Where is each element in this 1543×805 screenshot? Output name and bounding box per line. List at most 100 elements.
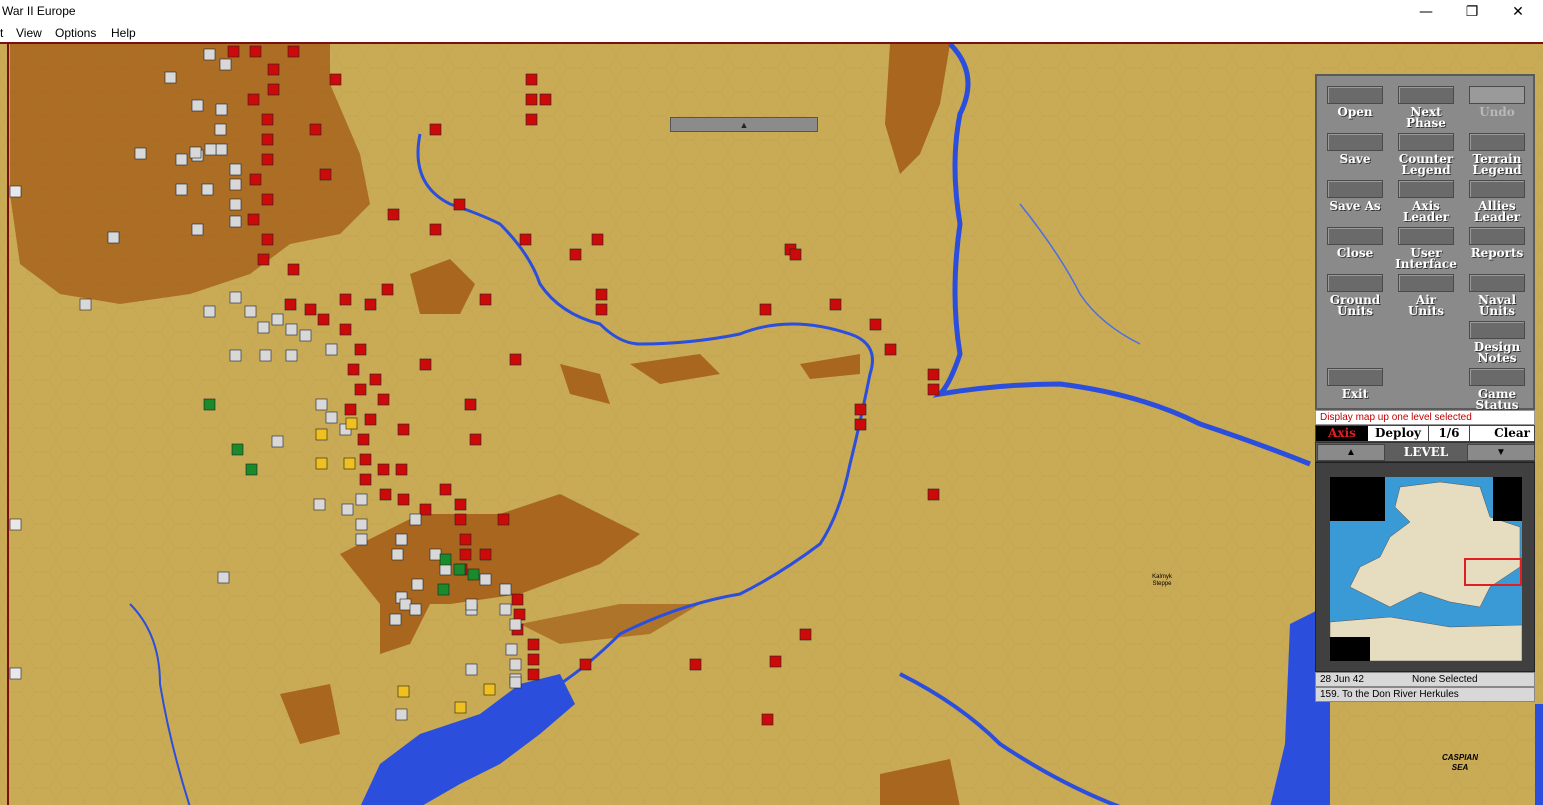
hungarian-unit[interactable] (343, 457, 356, 470)
axis-unit[interactable] (499, 583, 512, 596)
soviet-unit[interactable] (344, 403, 357, 416)
open-button[interactable]: Open (1319, 86, 1391, 118)
axis-unit[interactable] (164, 71, 177, 84)
game-map[interactable]: CASPIAN SEA Kalmyk Steppe ▲ (0, 42, 1543, 805)
soviet-unit[interactable] (397, 493, 410, 506)
soviet-unit[interactable] (359, 453, 372, 466)
axis-unit[interactable] (509, 676, 522, 689)
axis-unit[interactable] (134, 147, 147, 160)
soviet-unit[interactable] (267, 63, 280, 76)
soviet-unit[interactable] (339, 293, 352, 306)
counter-legend-button-face[interactable] (1398, 133, 1454, 151)
soviet-unit[interactable] (789, 248, 802, 261)
axis-leader-button[interactable]: Axis Leader (1390, 180, 1462, 223)
soviet-unit[interactable] (539, 93, 552, 106)
axis-unit[interactable] (79, 298, 92, 311)
axis-unit[interactable] (341, 503, 354, 516)
minimap[interactable] (1330, 477, 1522, 661)
axis-unit[interactable] (389, 613, 402, 626)
axis-unit[interactable] (285, 349, 298, 362)
axis-unit[interactable] (395, 708, 408, 721)
soviet-unit[interactable] (595, 303, 608, 316)
soviet-unit[interactable] (479, 548, 492, 561)
axis-unit[interactable] (203, 305, 216, 318)
soviet-unit[interactable] (381, 283, 394, 296)
soviet-unit[interactable] (261, 193, 274, 206)
axis-unit[interactable] (271, 313, 284, 326)
axis-unit[interactable] (229, 198, 242, 211)
soviet-unit[interactable] (261, 233, 274, 246)
soviet-unit[interactable] (247, 93, 260, 106)
soviet-unit[interactable] (364, 413, 377, 426)
soviet-unit[interactable] (509, 353, 522, 366)
soviet-unit[interactable] (304, 303, 317, 316)
hungarian-unit[interactable] (483, 683, 496, 696)
axis-unit[interactable] (505, 643, 518, 656)
soviet-unit[interactable] (453, 198, 466, 211)
axis-unit[interactable] (325, 343, 338, 356)
soviet-unit[interactable] (497, 513, 510, 526)
axis-unit[interactable] (325, 411, 338, 424)
axis-unit[interactable] (191, 99, 204, 112)
air-units-button-face[interactable] (1398, 274, 1454, 292)
soviet-unit[interactable] (579, 658, 592, 671)
save-as-button[interactable]: Save As (1319, 180, 1391, 212)
soviet-unit[interactable] (387, 208, 400, 221)
axis-unit[interactable] (409, 513, 422, 526)
soviet-unit[interactable] (525, 93, 538, 106)
axis-unit[interactable] (411, 578, 424, 591)
next-phase-button[interactable]: Next Phase (1390, 86, 1462, 129)
soviet-unit[interactable] (829, 298, 842, 311)
romanian-unit[interactable] (437, 583, 450, 596)
axis-unit[interactable] (259, 349, 272, 362)
soviet-unit[interactable] (927, 368, 940, 381)
soviet-unit[interactable] (591, 233, 604, 246)
axis-unit[interactable] (479, 573, 492, 586)
axis-unit[interactable] (509, 618, 522, 631)
axis-unit[interactable] (271, 435, 284, 448)
soviet-unit[interactable] (347, 363, 360, 376)
terrain-legend-button-face[interactable] (1469, 133, 1525, 151)
soviet-unit[interactable] (459, 548, 472, 561)
axis-unit[interactable] (175, 183, 188, 196)
soviet-unit[interactable] (257, 253, 270, 266)
user-interface-button[interactable]: User Interface (1390, 227, 1462, 270)
hungarian-unit[interactable] (454, 701, 467, 714)
soviet-unit[interactable] (469, 433, 482, 446)
soviet-unit[interactable] (927, 488, 940, 501)
game-status-button[interactable]: Game Status (1461, 368, 1533, 411)
soviet-unit[interactable] (227, 45, 240, 58)
menu-file-partial[interactable]: t (0, 26, 3, 40)
soviet-unit[interactable] (429, 223, 442, 236)
romanian-unit[interactable] (467, 568, 480, 581)
soviet-unit[interactable] (247, 213, 260, 226)
minimap-svg[interactable] (1330, 477, 1522, 661)
axis-unit[interactable] (201, 183, 214, 196)
terrain-legend-button[interactable]: Terrain Legend (1461, 133, 1533, 176)
menu-options[interactable]: Options (55, 26, 96, 40)
save-button-face[interactable] (1327, 133, 1383, 151)
soviet-unit[interactable] (419, 503, 432, 516)
soviet-unit[interactable] (527, 653, 540, 666)
axis-unit[interactable] (439, 563, 452, 576)
axis-unit[interactable] (429, 548, 442, 561)
soviet-unit[interactable] (261, 113, 274, 126)
axis-unit[interactable] (229, 178, 242, 191)
axis-unit[interactable] (217, 571, 230, 584)
axis-unit[interactable] (299, 329, 312, 342)
axis-unit[interactable] (395, 533, 408, 546)
soviet-unit[interactable] (377, 393, 390, 406)
soviet-unit[interactable] (364, 298, 377, 311)
soviet-unit[interactable] (287, 45, 300, 58)
axis-unit[interactable] (409, 603, 422, 616)
axis-unit[interactable] (107, 231, 120, 244)
soviet-unit[interactable] (379, 488, 392, 501)
soviet-unit[interactable] (869, 318, 882, 331)
hungarian-unit[interactable] (345, 417, 358, 430)
axis-unit[interactable] (257, 321, 270, 334)
soviet-unit[interactable] (429, 123, 442, 136)
axis-unit[interactable] (214, 123, 227, 136)
soviet-unit[interactable] (884, 343, 897, 356)
air-units-button[interactable]: Air Units (1390, 274, 1462, 317)
soviet-unit[interactable] (454, 513, 467, 526)
